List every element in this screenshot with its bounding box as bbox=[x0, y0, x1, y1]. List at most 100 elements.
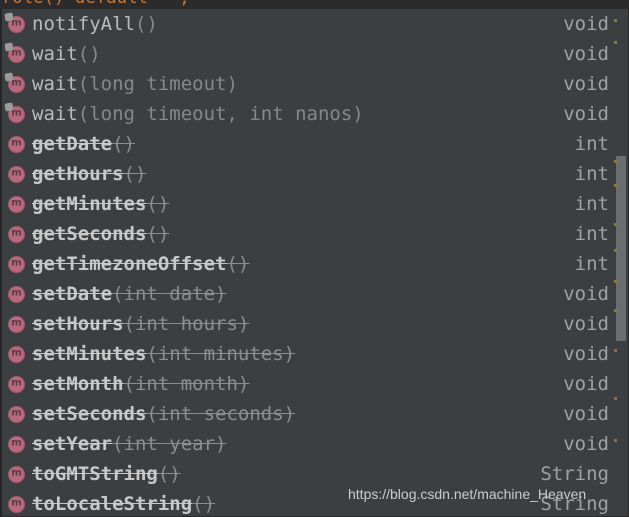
method-icon-glyph: m bbox=[11, 467, 22, 479]
completion-item[interactable]: m setMonth(int month) void bbox=[2, 369, 615, 399]
completion-item-signature: setHours(int hours) bbox=[32, 313, 563, 335]
completion-item[interactable]: m notifyAll() void bbox=[2, 9, 615, 39]
completion-item[interactable]: m getDate() int bbox=[2, 129, 615, 159]
completion-item-name: setSeconds bbox=[32, 403, 147, 425]
completion-item-name: setMonth bbox=[32, 373, 124, 395]
completion-item-signature: getHours() bbox=[32, 163, 575, 185]
method-icon-glyph: m bbox=[11, 377, 22, 389]
completion-item-name: getMinutes bbox=[32, 193, 147, 215]
completion-item-params: () bbox=[134, 13, 158, 35]
completion-item-signature: getSeconds() bbox=[32, 223, 575, 245]
code-completion-popup[interactable]: m notifyAll() void m wait() void m wait(long ti… bbox=[0, 8, 629, 517]
scrollbar-marker bbox=[614, 223, 617, 226]
completion-item[interactable]: m setDate(int date) void bbox=[2, 279, 615, 309]
completion-item-return-type: int bbox=[574, 223, 609, 245]
completion-item-name: toGMTString bbox=[32, 463, 158, 485]
completion-item-return-type: void bbox=[563, 403, 609, 425]
completion-item-return-type: void bbox=[563, 313, 609, 335]
completion-item[interactable]: m getHours() int bbox=[2, 159, 615, 189]
completion-item-signature: toLocaleString() bbox=[32, 493, 540, 515]
completion-item-return-type: void bbox=[563, 343, 609, 365]
completion-item-return-type: void bbox=[563, 43, 609, 65]
completion-item[interactable]: m setSeconds(int seconds) void bbox=[2, 399, 615, 429]
completion-item-return-type: void bbox=[563, 13, 609, 35]
completion-item-signature: getTimezoneOffset() bbox=[32, 253, 575, 275]
completion-item-params: (long timeout, int nanos) bbox=[77, 103, 364, 125]
completion-item-list[interactable]: m notifyAll() void m wait() void m wait(long ti… bbox=[2, 9, 615, 516]
method-icon: m bbox=[8, 45, 25, 63]
method-icon-glyph: m bbox=[11, 77, 22, 89]
method-icon: m bbox=[8, 315, 25, 333]
completion-item[interactable]: m toGMTString() String bbox=[2, 459, 615, 489]
method-icon: m bbox=[8, 255, 25, 273]
editor-background-sliver: role() default ""; bbox=[0, 0, 629, 8]
method-icon-glyph: m bbox=[11, 107, 22, 119]
completion-item-params: (int seconds) bbox=[146, 403, 296, 425]
method-icon: m bbox=[8, 165, 25, 183]
method-icon-glyph: m bbox=[11, 227, 22, 239]
completion-item-params: () bbox=[146, 223, 170, 245]
completion-item[interactable]: m getMinutes() int bbox=[2, 189, 615, 219]
completion-item-name: setMinutes bbox=[32, 343, 147, 365]
completion-scrollbar[interactable] bbox=[614, 9, 627, 516]
completion-item[interactable]: m wait() void bbox=[2, 39, 615, 69]
completion-item[interactable]: m setYear(int year) void bbox=[2, 429, 615, 459]
completion-item[interactable]: m wait(long timeout) void bbox=[2, 69, 615, 99]
completion-item-name: getSeconds bbox=[32, 223, 147, 245]
scrollbar-thumb[interactable] bbox=[616, 156, 626, 341]
completion-item-params: () bbox=[192, 493, 216, 515]
method-icon: m bbox=[8, 105, 25, 123]
completion-item-params: () bbox=[146, 193, 170, 215]
completion-item-return-type: void bbox=[563, 373, 609, 395]
method-icon-glyph: m bbox=[11, 47, 22, 59]
completion-item-signature: setYear(int year) bbox=[32, 433, 563, 455]
completion-item-name: wait bbox=[32, 43, 78, 65]
completion-item-name: wait bbox=[32, 103, 78, 125]
completion-item-signature: setSeconds(int seconds) bbox=[32, 403, 563, 425]
completion-item-signature: setMinutes(int minutes) bbox=[32, 343, 563, 365]
method-icon-glyph: m bbox=[11, 407, 22, 419]
method-icon-glyph: m bbox=[11, 167, 22, 179]
completion-item-return-type: String bbox=[540, 463, 609, 485]
method-icon: m bbox=[8, 75, 25, 93]
completion-item-return-type: void bbox=[563, 103, 609, 125]
method-icon: m bbox=[8, 285, 25, 303]
completion-item-name: getHours bbox=[32, 163, 124, 185]
completion-item-params: () bbox=[77, 43, 101, 65]
completion-item-params: () bbox=[157, 463, 181, 485]
completion-item-return-type: int bbox=[574, 133, 609, 155]
completion-item-params: () bbox=[226, 253, 250, 275]
editor-code-line: role() default ""; bbox=[2, 0, 190, 8]
method-icon-glyph: m bbox=[11, 317, 22, 329]
completion-item-name: setDate bbox=[32, 283, 113, 305]
scrollbar-marker bbox=[614, 439, 617, 442]
completion-item-signature: wait(long timeout) bbox=[32, 73, 563, 95]
completion-item-return-type: int bbox=[574, 253, 609, 275]
completion-item-signature: wait(long timeout, int nanos) bbox=[32, 103, 563, 125]
completion-item-params: (int hours) bbox=[123, 313, 250, 335]
completion-item[interactable]: m setHours(int hours) void bbox=[2, 309, 615, 339]
completion-item[interactable]: m toLocaleString() String bbox=[2, 489, 615, 516]
completion-item-signature: toGMTString() bbox=[32, 463, 540, 485]
scrollbar-marker bbox=[614, 249, 617, 252]
method-icon: m bbox=[8, 375, 25, 393]
method-icon: m bbox=[8, 225, 25, 243]
method-icon-glyph: m bbox=[11, 437, 22, 449]
method-icon: m bbox=[8, 405, 25, 423]
scrollbar-marker bbox=[614, 309, 617, 312]
scrollbar-marker bbox=[614, 160, 617, 163]
completion-item-signature: getDate() bbox=[32, 133, 575, 155]
completion-item-name: setYear bbox=[32, 433, 113, 455]
method-icon: m bbox=[8, 465, 25, 483]
completion-item[interactable]: m wait(long timeout, int nanos) void bbox=[2, 99, 615, 129]
completion-item[interactable]: m getSeconds() int bbox=[2, 219, 615, 249]
completion-item-name: notifyAll bbox=[32, 13, 135, 35]
method-icon-glyph: m bbox=[11, 497, 22, 509]
completion-item-return-type: int bbox=[574, 163, 609, 185]
completion-item-name: toLocaleString bbox=[32, 493, 193, 515]
scrollbar-marker bbox=[614, 184, 617, 187]
completion-item[interactable]: m setMinutes(int minutes) void bbox=[2, 339, 615, 369]
completion-item[interactable]: m getTimezoneOffset() int bbox=[2, 249, 615, 279]
method-icon-glyph: m bbox=[11, 287, 22, 299]
method-icon-glyph: m bbox=[11, 137, 22, 149]
